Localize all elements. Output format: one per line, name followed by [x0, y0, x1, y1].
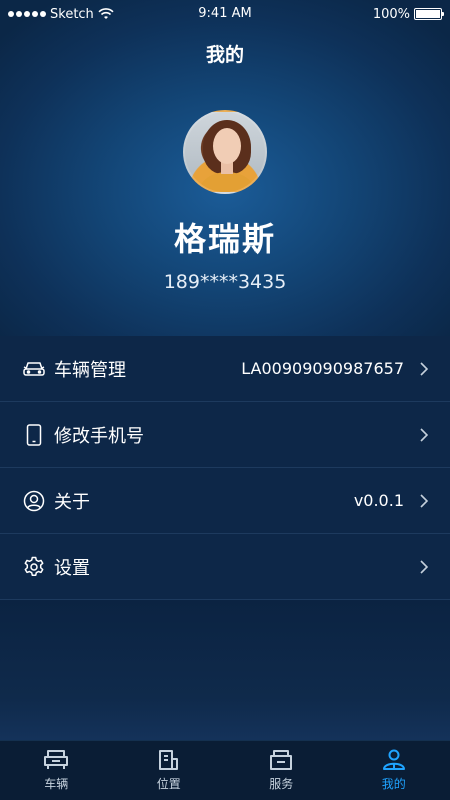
- menu-item-label: 设置: [54, 557, 90, 579]
- profile-hero: Sketch 9:41 AM 100% 我的 格瑞斯 189****3435: [0, 0, 450, 336]
- chevron-right-icon: [418, 427, 430, 443]
- location-icon: [158, 750, 178, 770]
- tab-location[interactable]: 位置: [113, 741, 226, 800]
- tab-label: 车辆: [44, 777, 69, 791]
- vehicle-vin-value: LA00909090987657: [241, 359, 404, 378]
- chevron-right-icon: [418, 493, 430, 509]
- tab-label: 我的: [381, 777, 406, 791]
- tab-label: 位置: [156, 777, 181, 791]
- menu-item-change-phone[interactable]: 修改手机号: [0, 402, 450, 468]
- avatar[interactable]: [183, 110, 267, 194]
- version-value: v0.0.1: [353, 491, 404, 510]
- menu-item-settings[interactable]: 设置: [0, 534, 450, 600]
- service-icon: [270, 750, 293, 770]
- user-circle-icon: [22, 489, 46, 513]
- chevron-right-icon: [418, 361, 430, 377]
- status-bar: Sketch 9:41 AM 100%: [0, 0, 450, 28]
- user-name: 格瑞斯: [173, 220, 276, 258]
- battery-icon: [414, 8, 444, 20]
- user-phone: 189****3435: [163, 271, 287, 293]
- menu-item-label: 关于: [54, 491, 90, 513]
- phone-icon: [22, 423, 46, 447]
- tab-profile[interactable]: 我的: [338, 741, 450, 800]
- status-time: 9:41 AM: [198, 6, 252, 21]
- menu-item-vehicle-management[interactable]: 车辆管理 LA00909090987657: [0, 336, 450, 402]
- tab-service[interactable]: 服务: [225, 741, 338, 800]
- app-screen: Sketch 9:41 AM 100% 我的 格瑞斯 189****3435 车…: [0, 0, 450, 800]
- car-icon: [22, 357, 46, 381]
- tab-label: 服务: [269, 777, 294, 791]
- menu-item-label: 修改手机号: [54, 425, 144, 447]
- tab-bar: 车辆 位置 服务 我的: [0, 740, 450, 800]
- settings-menu: 车辆管理 LA00909090987657 修改手机号 关于 v0.0.1 设置: [0, 336, 450, 600]
- menu-item-about[interactable]: 关于 v0.0.1: [0, 468, 450, 534]
- profile-icon: [382, 749, 405, 770]
- empty-area: [0, 600, 450, 740]
- tab-vehicle[interactable]: 车辆: [0, 741, 113, 800]
- vehicle-icon: [44, 750, 69, 769]
- page-title: 我的: [205, 44, 244, 66]
- gear-icon: [22, 555, 46, 579]
- menu-item-label: 车辆管理: [54, 359, 126, 381]
- chevron-right-icon: [418, 559, 430, 575]
